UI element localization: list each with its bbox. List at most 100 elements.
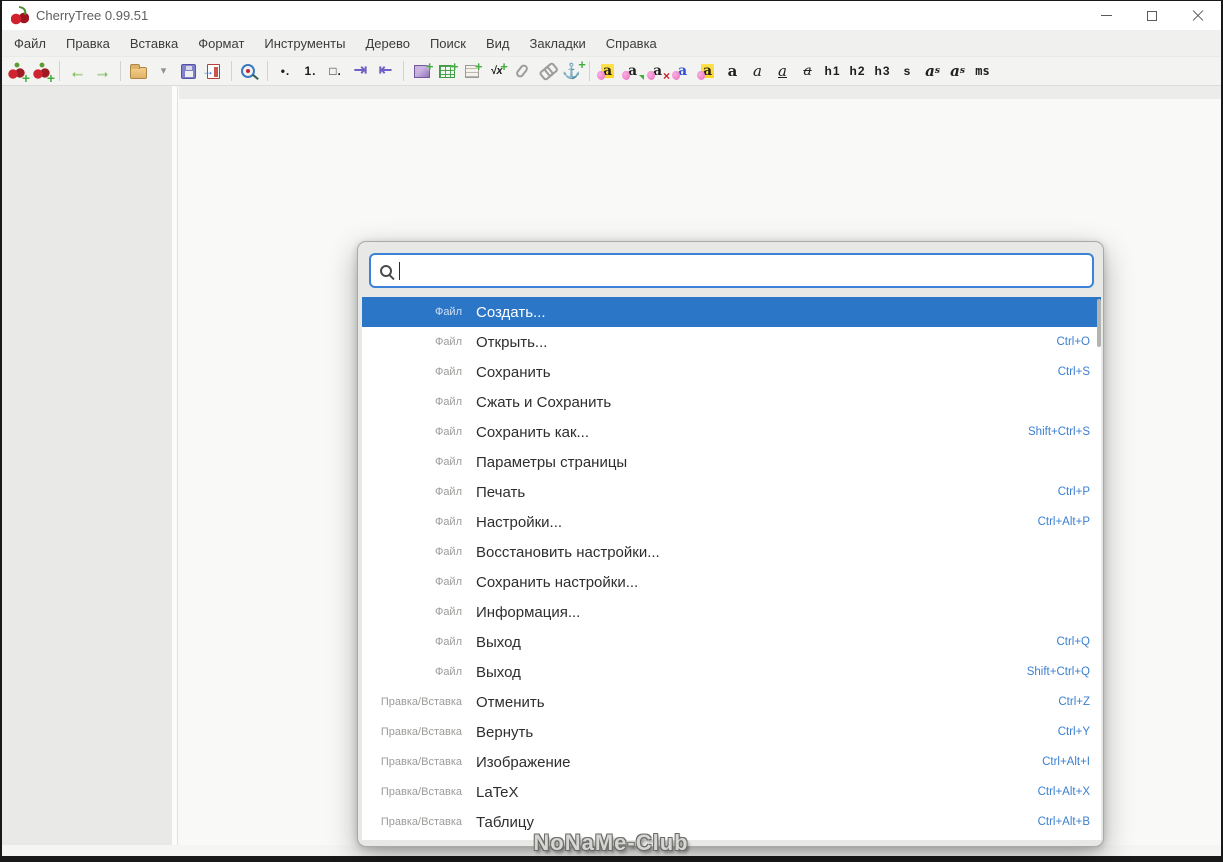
palette-row[interactable]: Файл Выход Shift+Ctrl+Q: [362, 657, 1101, 687]
palette-row-category: Файл: [434, 576, 462, 588]
heading-3-icon: h3: [874, 64, 891, 78]
cherrytree-app-icon: [10, 6, 30, 26]
maximize-button[interactable]: [1129, 1, 1175, 30]
palette-row-category: Файл: [434, 306, 462, 318]
menu-tools[interactable]: Инструменты: [254, 32, 355, 55]
palette-row-category: Правка/Вставка: [380, 756, 462, 768]
palette-row[interactable]: Файл Сохранить Ctrl+S: [362, 357, 1101, 387]
insert-anchor-button[interactable]: ⚓: [559, 58, 585, 84]
small-text-button[interactable]: s: [895, 59, 920, 84]
palette-row-label: Сохранить настройки...: [476, 573, 639, 591]
insert-link-button[interactable]: [534, 59, 559, 84]
heading-1-button[interactable]: h1: [820, 59, 845, 84]
window-controls: [1083, 1, 1221, 30]
toolbar-separator: [120, 61, 121, 81]
palette-row[interactable]: Правка/Вставка Отменить Ctrl+Z: [362, 687, 1101, 717]
list-scrollbar-thumb[interactable]: [1097, 299, 1101, 347]
palette-row[interactable]: Файл Создать...: [362, 297, 1101, 327]
format-clear-button[interactable]: a: [645, 59, 670, 84]
color-background-button[interactable]: a: [695, 59, 720, 84]
color-foreground-button[interactable]: a: [670, 59, 695, 84]
palette-row[interactable]: Файл Информация...: [362, 597, 1101, 627]
italic-icon: a: [753, 61, 762, 80]
palette-row[interactable]: Файл Настройки... Ctrl+Alt+P: [362, 507, 1101, 537]
format-apply-button[interactable]: a: [620, 59, 645, 84]
menu-view[interactable]: Вид: [476, 32, 520, 55]
palette-row-shortcut: Ctrl+Alt+B: [1037, 816, 1090, 828]
bold-button[interactable]: a: [720, 59, 745, 84]
palette-row[interactable]: Правка/Вставка Таблицу Ctrl+Alt+B: [362, 807, 1101, 837]
italic-button[interactable]: a: [745, 59, 770, 84]
find-node-button[interactable]: [237, 59, 262, 84]
attach-file-button[interactable]: [509, 59, 534, 84]
insert-table-button[interactable]: [434, 59, 459, 84]
insert-anchor-icon: ⚓: [562, 58, 585, 79]
small-text-icon: s: [903, 64, 912, 78]
go-forward-button[interactable]: →: [90, 59, 115, 84]
menu-bookmarks[interactable]: Закладки: [520, 32, 596, 55]
bullet-list-button[interactable]: •.: [273, 59, 298, 84]
menu-tree[interactable]: Дерево: [355, 32, 419, 55]
format-apply-icon: a: [621, 63, 645, 80]
palette-row[interactable]: Правка/Вставка LaTeX Ctrl+Alt+X: [362, 777, 1101, 807]
menu-search[interactable]: Поиск: [420, 32, 476, 55]
indent-more-button[interactable]: ⇥: [348, 59, 373, 84]
palette-row-shortcut: Ctrl+Z: [1058, 696, 1090, 708]
strikethrough-button[interactable]: a: [795, 59, 820, 84]
palette-row[interactable]: Файл Сохранить как... Shift+Ctrl+S: [362, 417, 1101, 447]
heading-3-button[interactable]: h3: [870, 59, 895, 84]
format-latest-button[interactable]: a: [595, 59, 620, 84]
insert-image-button[interactable]: [409, 59, 434, 84]
palette-row[interactable]: Файл Сохранить настройки...: [362, 567, 1101, 597]
palette-row[interactable]: Правка/Вставка Вернуть Ctrl+Y: [362, 717, 1101, 747]
close-button[interactable]: [1175, 1, 1221, 30]
heading-2-button[interactable]: h2: [845, 59, 870, 84]
palette-row[interactable]: Файл Сжать и Сохранить: [362, 387, 1101, 417]
palette-row-category: Файл: [434, 606, 462, 618]
palette-row[interactable]: Файл Выход Ctrl+Q: [362, 627, 1101, 657]
go-back-button[interactable]: ←: [65, 59, 90, 84]
watermark: NoNaMe-Club: [533, 830, 689, 855]
node-tree-panel[interactable]: [2, 86, 172, 845]
menu-format[interactable]: Формат: [188, 32, 254, 55]
menu-help[interactable]: Справка: [596, 32, 667, 55]
palette-row-category: Файл: [434, 366, 462, 378]
subscript-button[interactable]: a: [945, 59, 970, 84]
save-as-button[interactable]: [201, 59, 226, 84]
menu-file[interactable]: Файл: [4, 32, 56, 55]
insert-latex-button[interactable]: √x: [484, 59, 509, 84]
open-recent-button[interactable]: ▾: [151, 59, 176, 84]
monospace-icon: ms: [975, 64, 990, 78]
indent-less-icon: ⇤: [378, 62, 393, 79]
indent-less-button[interactable]: ⇤: [373, 59, 398, 84]
todo-list-button[interactable]: □.: [323, 59, 348, 84]
palette-row-label: LaTeX: [476, 783, 519, 801]
minimize-button[interactable]: [1083, 1, 1129, 30]
palette-row[interactable]: Файл Открыть... Ctrl+O: [362, 327, 1101, 357]
open-file-button[interactable]: [126, 59, 151, 84]
numbered-list-button[interactable]: 1.: [298, 59, 323, 84]
monospace-button[interactable]: ms: [970, 59, 995, 84]
palette-row[interactable]: Файл Параметры страницы: [362, 447, 1101, 477]
panel-divider[interactable]: [172, 86, 178, 845]
save-button[interactable]: [176, 59, 201, 84]
insert-codebox-button[interactable]: [459, 59, 484, 84]
new-subnode-button[interactable]: [29, 59, 55, 85]
palette-row-label: Отменить: [476, 693, 545, 711]
todo-list-icon: □.: [329, 64, 342, 78]
save-icon: [181, 63, 196, 79]
underline-button[interactable]: a: [770, 59, 795, 84]
palette-row[interactable]: Правка/Вставка Изображение Ctrl+Alt+I: [362, 747, 1101, 777]
superscript-button[interactable]: a: [920, 59, 945, 84]
palette-row[interactable]: Файл Печать Ctrl+P: [362, 477, 1101, 507]
palette-search-input[interactable]: [400, 255, 1092, 286]
palette-row[interactable]: Файл Восстановить настройки...: [362, 537, 1101, 567]
screen: CherryTree 0.99.51 Файл Правка Вставка Форм…: [0, 0, 1223, 862]
insert-codebox-icon: [464, 60, 483, 78]
palette-row-shortcut: Ctrl+Y: [1057, 726, 1090, 738]
menu-edit[interactable]: Правка: [56, 32, 120, 55]
save-as-icon: [202, 63, 220, 79]
new-node-button[interactable]: [4, 59, 30, 85]
indent-more-icon: ⇥: [353, 62, 368, 79]
menu-insert[interactable]: Вставка: [120, 32, 188, 55]
